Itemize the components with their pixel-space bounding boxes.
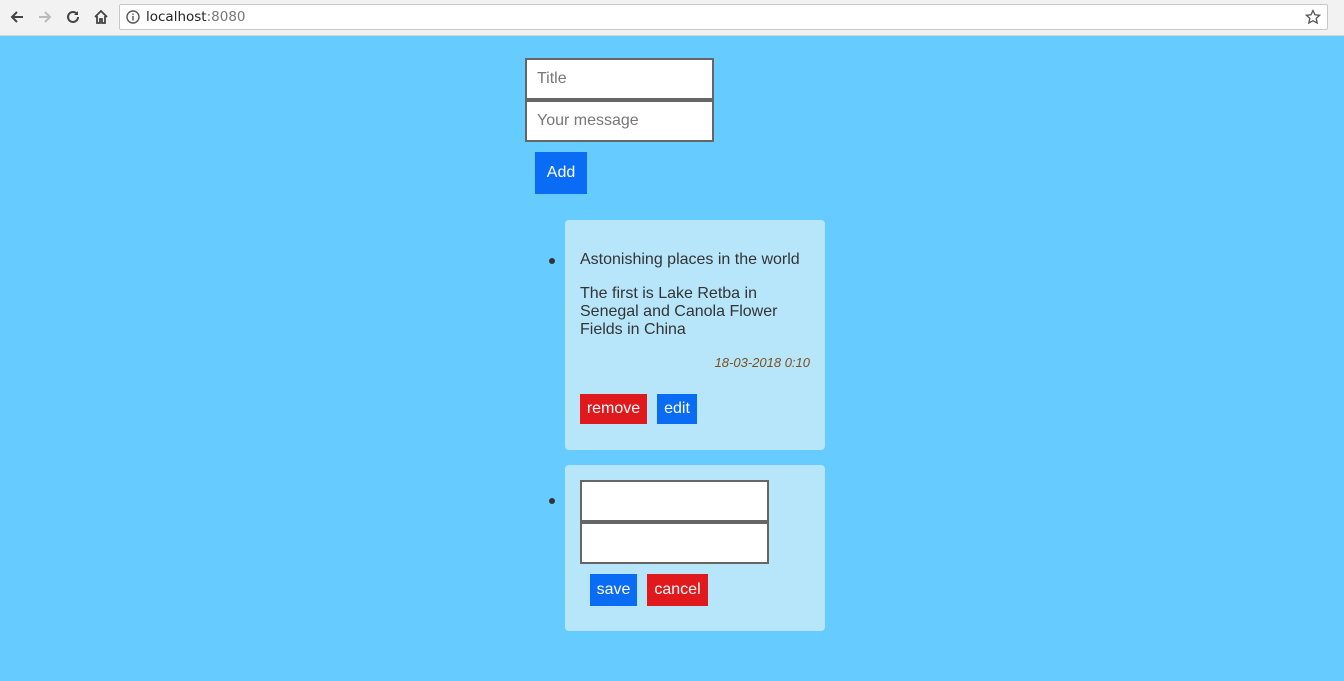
- title-input[interactable]: [525, 58, 714, 100]
- browser-toolbar: localhost:8080: [0, 0, 1344, 36]
- edit-note-card: save cancel: [565, 465, 825, 631]
- add-button[interactable]: Add: [535, 152, 587, 194]
- message-input[interactable]: [525, 100, 714, 142]
- note-card: Astonishing places in the world The firs…: [565, 220, 825, 450]
- list-bullet: [549, 258, 555, 264]
- url-port: :8080: [206, 9, 246, 25]
- edit-body-input[interactable]: [580, 522, 769, 564]
- forward-icon[interactable]: [35, 7, 55, 27]
- back-icon[interactable]: [7, 7, 27, 27]
- cancel-button[interactable]: cancel: [647, 574, 708, 606]
- home-icon[interactable]: [91, 7, 111, 27]
- edit-button[interactable]: edit: [657, 394, 697, 424]
- note-title: Astonishing places in the world: [580, 251, 800, 268]
- url-text: localhost:8080: [146, 9, 246, 25]
- star-icon[interactable]: [1305, 9, 1321, 25]
- remove-button[interactable]: remove: [580, 394, 647, 424]
- save-button[interactable]: save: [590, 574, 637, 606]
- note-date: 18-03-2018 0:10: [714, 355, 810, 370]
- reload-icon[interactable]: [63, 7, 83, 27]
- edit-title-input[interactable]: [580, 480, 769, 522]
- info-icon[interactable]: [126, 10, 140, 24]
- list-bullet: [549, 498, 555, 504]
- url-host: localhost: [146, 9, 207, 25]
- note-body: The first is Lake Retba in Senegal and C…: [580, 285, 778, 338]
- address-bar[interactable]: localhost:8080: [119, 4, 1328, 30]
